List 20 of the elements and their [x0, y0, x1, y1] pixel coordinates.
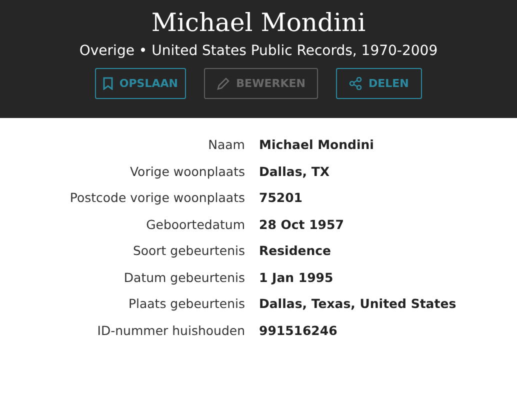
- field-label: Plaats gebeurtenis: [127, 295, 245, 313]
- share-button[interactable]: DELEN: [336, 68, 422, 99]
- field-label: Naam: [207, 136, 245, 154]
- record-subtitle: Overige • United States Public Records, 1970-2009: [79, 42, 438, 60]
- field-label: Soort gebeurtenis: [132, 242, 245, 260]
- save-button[interactable]: OPSLAAN: [95, 68, 186, 99]
- field-value: Residence: [259, 242, 332, 260]
- field-value: 1 Jan 1995: [259, 268, 334, 286]
- field-value: 75201: [259, 189, 304, 207]
- field-value: 28 Oct 1957: [259, 216, 345, 234]
- field-label: Datum gebeurtenis: [122, 268, 245, 287]
- field-value: Dallas, Texas, United States: [259, 295, 458, 313]
- field-label: Vorige woonplaats: [128, 162, 245, 181]
- field-value: Dallas, TX: [259, 162, 331, 180]
- field-value: Michael Mondini: [259, 136, 375, 154]
- field-value: 991516246: [259, 322, 338, 340]
- field-label: ID-nummer huishouden: [96, 322, 245, 340]
- field-label: Postcode vorige woonplaats: [68, 189, 245, 207]
- record-title: Michael Mondini: [151, 7, 366, 39]
- field-label: Geboortedatum: [145, 216, 245, 234]
